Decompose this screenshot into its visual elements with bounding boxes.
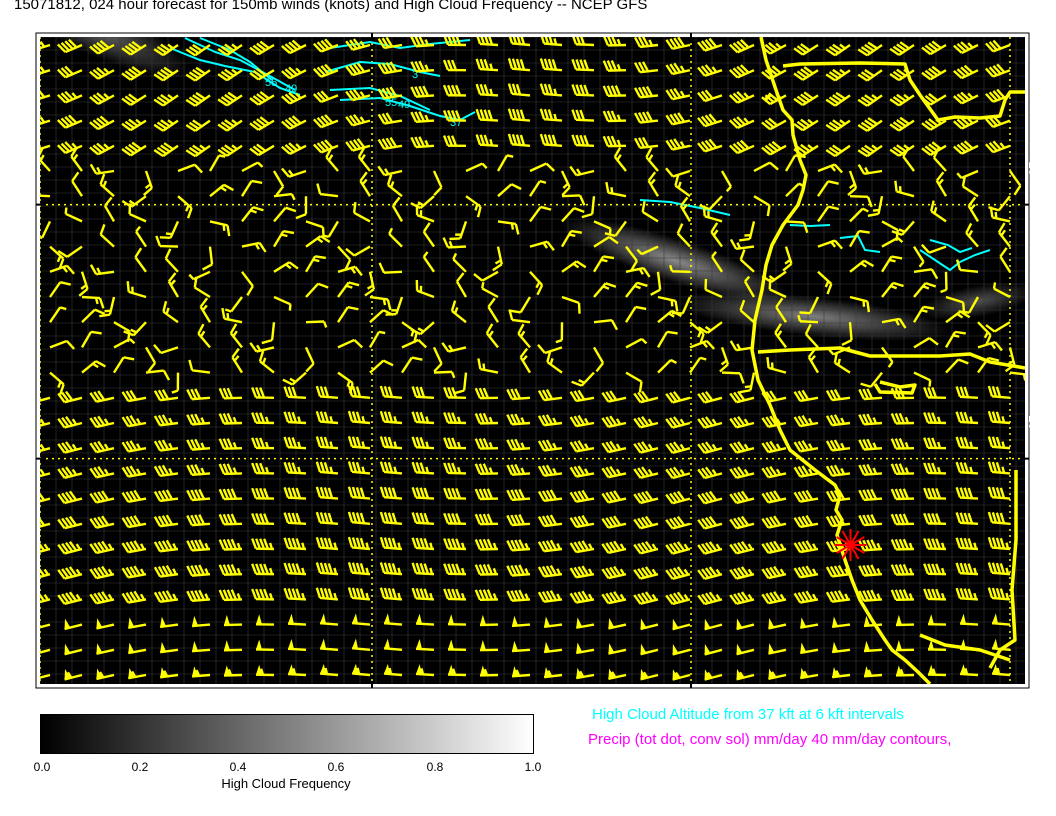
lon-tick-bottom-10: 10 xyxy=(683,687,699,702)
cloud-patch xyxy=(317,0,542,10)
colorbar-label: 0.2 xyxy=(131,760,149,774)
contour-label: 55 xyxy=(265,77,277,89)
legend-cloud-altitude: High Cloud Altitude from 37 kft at 6 kft… xyxy=(592,706,904,723)
lon-tick-top-0: 0 xyxy=(368,13,376,28)
lat-tick-left-10: -10 xyxy=(15,157,31,176)
lat-tick-left-20: -20 xyxy=(15,411,31,430)
colorbar-label: 0.6 xyxy=(327,760,345,774)
colorbar-title: High Cloud Frequency xyxy=(221,776,351,791)
colorbar-label: 0.8 xyxy=(426,760,444,774)
lon-tick-top-10: 10 xyxy=(683,13,699,28)
lon-tick-bottom-0: 0 xyxy=(368,687,376,702)
contour-line xyxy=(789,224,831,228)
map-panel: 55 49355 4937 xyxy=(35,0,1030,689)
map-background xyxy=(40,37,1025,684)
colorbar-label: 0.4 xyxy=(229,760,247,774)
lat-tick-right-20: -20 xyxy=(1025,411,1041,430)
colorbar-label: 0.0 xyxy=(33,760,51,774)
contour-label: 49 xyxy=(398,99,410,111)
lat-tick-right-10: -10 xyxy=(1025,157,1041,176)
colorbar-label: 1.0 xyxy=(524,760,542,774)
cloud-patch xyxy=(487,0,627,14)
legend-precip: Precip (tot dot, conv sol) mm/day 40 mm/… xyxy=(588,731,952,748)
colorbar xyxy=(40,714,534,754)
